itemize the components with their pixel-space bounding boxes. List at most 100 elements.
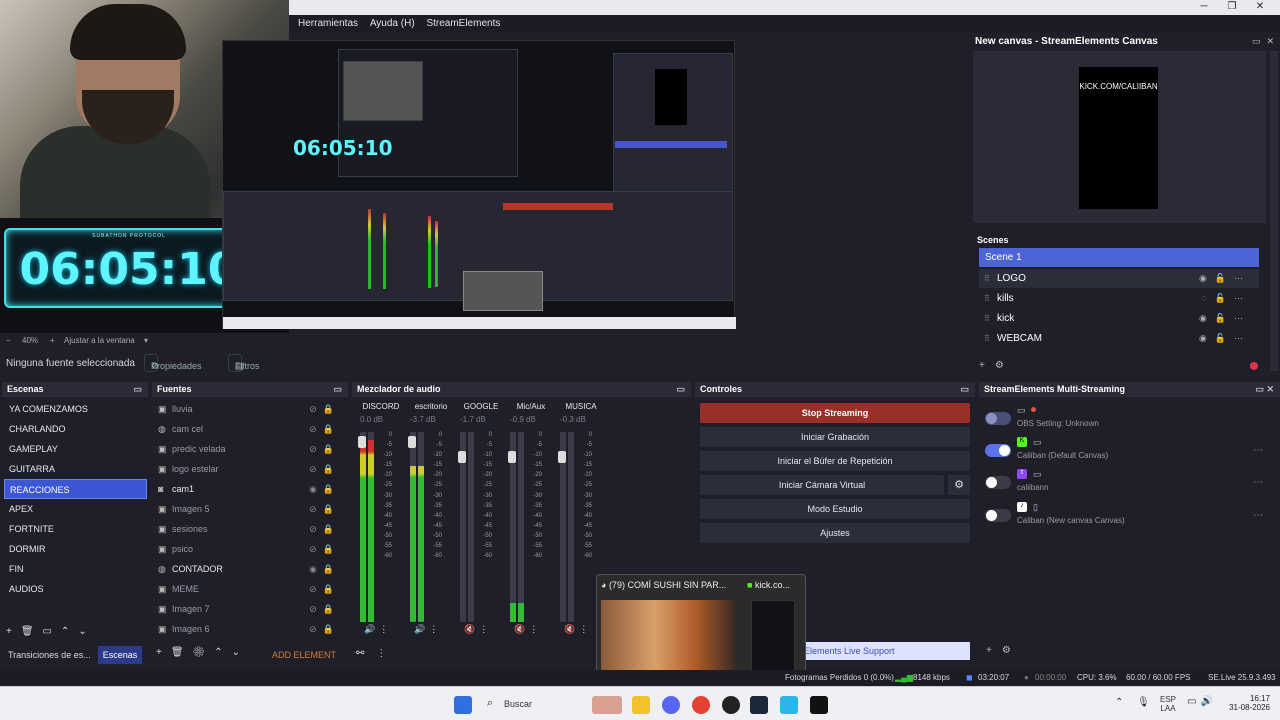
muted-speaker-icon[interactable]: 🔇 bbox=[514, 624, 529, 634]
source-item[interactable]: ◙ cam1 ◉🔒 bbox=[154, 479, 344, 499]
chevron-down-icon[interactable]: ▾ bbox=[144, 336, 148, 345]
popup-tab-kick[interactable]: ■ kick.co... bbox=[747, 580, 790, 590]
channel-controls[interactable]: 🔇⋮ bbox=[564, 624, 592, 635]
channel-controls[interactable]: 🔊⋮ bbox=[414, 624, 442, 635]
source-item[interactable]: ▣ psico ⊘🔒 bbox=[154, 539, 344, 559]
canvas-scene-scene1[interactable]: Scene 1 bbox=[979, 248, 1259, 267]
close-button[interactable]: ✕ bbox=[1246, 0, 1274, 14]
row-icons[interactable]: ◌🔓⋯ bbox=[1201, 289, 1251, 308]
canvas-scene-kills[interactable]: ⠿ kills ◌🔓⋯ bbox=[979, 289, 1259, 308]
row-icons[interactable]: ◉🔓⋯ bbox=[1199, 269, 1251, 288]
source-item[interactable]: ▣ predic velada ⊘🔒 bbox=[154, 439, 344, 459]
channel-controls[interactable]: 🔇⋮ bbox=[464, 624, 492, 635]
visibility-lock-icons[interactable]: ⊘🔒 bbox=[309, 459, 340, 479]
toggle[interactable] bbox=[985, 509, 1011, 522]
undock-icon[interactable]: ▭ bbox=[333, 384, 342, 395]
grip-icon[interactable]: ⠿ bbox=[984, 329, 990, 348]
more-vertical-icon[interactable]: ⋮ bbox=[379, 624, 392, 634]
language-indicator[interactable]: ESP LAA bbox=[1160, 695, 1176, 713]
search-highlight-icon[interactable] bbox=[592, 696, 622, 714]
undock-icon[interactable]: ▭ bbox=[676, 384, 685, 395]
scene-item[interactable]: APEX bbox=[4, 499, 147, 519]
scene-item[interactable]: FIN bbox=[4, 559, 147, 579]
source-item[interactable]: ▣ MEME ⊘🔒 bbox=[154, 579, 344, 599]
multistream-row-twitch[interactable]: t ▭ caliibann ⋯ bbox=[985, 469, 1275, 499]
record-dot-icon[interactable] bbox=[1250, 362, 1258, 370]
undock-icon[interactable]: ▭ bbox=[960, 384, 969, 395]
visibility-lock-icons[interactable]: ⊘🔒 bbox=[309, 539, 340, 559]
file-explorer-icon[interactable] bbox=[632, 696, 650, 714]
virtual-camera-settings-icon[interactable]: ⚙ bbox=[948, 475, 970, 495]
chevron-up-icon[interactable]: ⌃ bbox=[1115, 697, 1123, 708]
zoom-out-icon[interactable]: − bbox=[6, 336, 11, 345]
virtual-camera-button[interactable]: Iniciar Cámara Virtual bbox=[700, 475, 944, 495]
more-icon[interactable]: ⋯ bbox=[1253, 445, 1263, 456]
minimize-button[interactable]: ─ bbox=[1190, 0, 1218, 14]
speaker-icon[interactable]: 🔊 bbox=[364, 624, 379, 634]
visibility-lock-icons[interactable]: ⊘🔒 bbox=[309, 619, 340, 639]
studio-mode-button[interactable]: Modo Estudio bbox=[700, 499, 970, 519]
filters-button[interactable]: ▤ Filtros bbox=[228, 354, 260, 372]
volume-slider[interactable] bbox=[408, 436, 416, 448]
canvas-scene-webcam[interactable]: ⠿ WEBCAM ◉🔓⋯ bbox=[979, 329, 1259, 348]
replay-buffer-button[interactable]: Iniciar el Búfer de Repetición bbox=[700, 451, 970, 471]
source-item[interactable]: ▣ Imagen 6 ⊘🔒 bbox=[154, 619, 344, 639]
menu-streamelements[interactable]: StreamElements bbox=[426, 15, 500, 33]
visibility-lock-icons[interactable]: ◉🔒 bbox=[309, 559, 340, 579]
tab-scenes[interactable]: Escenas bbox=[98, 646, 142, 664]
more-vertical-icon[interactable]: ⋮ bbox=[479, 624, 492, 634]
add-element-button[interactable]: ADD ELEMENT bbox=[266, 646, 342, 664]
properties-button[interactable]: ⚙ Propiedades bbox=[144, 354, 202, 372]
toggle[interactable] bbox=[985, 476, 1011, 489]
tab-transitions[interactable]: Transiciones de es... bbox=[4, 646, 94, 664]
visibility-lock-icons[interactable]: ◉🔒 bbox=[309, 479, 340, 499]
mic-icon[interactable]: 🎙 bbox=[1137, 697, 1150, 708]
canvas-scene-logo[interactable]: ⠿ LOGO ◉🔓⋯ bbox=[979, 269, 1259, 288]
muted-speaker-icon[interactable]: 🔇 bbox=[464, 624, 479, 634]
fortnite-icon[interactable] bbox=[780, 696, 798, 714]
scene-item[interactable]: AUDIOS bbox=[4, 579, 147, 599]
dock-buttons[interactable]: ▭ ✕ bbox=[1255, 384, 1274, 395]
preview-canvas[interactable]: 06:05:10 bbox=[222, 40, 736, 329]
grip-icon[interactable]: ⠿ bbox=[984, 269, 990, 288]
more-vertical-icon[interactable]: ⋮ bbox=[579, 624, 592, 634]
volume-slider[interactable] bbox=[358, 436, 366, 448]
maximize-button[interactable]: ❐ bbox=[1218, 0, 1246, 14]
volume-slider[interactable] bbox=[508, 451, 516, 463]
scene-item-selected[interactable]: REACCIONES bbox=[4, 479, 147, 499]
visibility-lock-icons[interactable]: ⊘🔒 bbox=[309, 399, 340, 419]
source-item[interactable]: ▣ sesiones ⊘🔒 bbox=[154, 519, 344, 539]
taskbar-search[interactable]: Buscar bbox=[504, 699, 532, 709]
volume-slider[interactable] bbox=[558, 451, 566, 463]
clock[interactable]: 16:17 31-08-2026 bbox=[1222, 694, 1270, 712]
canvas-dock-buttons[interactable]: ▭✕ bbox=[1252, 36, 1280, 47]
more-vertical-icon[interactable]: ⋮ bbox=[429, 624, 442, 634]
multistream-row-tiktok[interactable]: ♪ ▯ Caliban (New canvas Canvas) ⋯ bbox=[985, 502, 1275, 532]
more-vertical-icon[interactable]: ⋮ bbox=[529, 624, 542, 634]
popup-tab-youtube[interactable]: ◕ (79) COMÍ SUSHI SIN PAR... bbox=[601, 580, 726, 590]
muted-speaker-icon[interactable]: 🔇 bbox=[564, 624, 579, 634]
popup-thumbnail-kick[interactable] bbox=[751, 600, 795, 674]
channel-controls[interactable]: 🔊⋮ bbox=[364, 624, 392, 635]
source-item[interactable]: ◍ CONTADOR ◉🔒 bbox=[154, 559, 344, 579]
row-icons[interactable]: ◉🔓⋯ bbox=[1199, 309, 1251, 328]
stop-streaming-button[interactable]: Stop Streaming bbox=[700, 403, 970, 423]
source-item[interactable]: ▣ logo estelar ⊘🔒 bbox=[154, 459, 344, 479]
grip-icon[interactable]: ⠿ bbox=[984, 289, 990, 308]
undock-icon[interactable]: ▭ bbox=[133, 384, 142, 395]
speaker-icon[interactable]: 🔊 bbox=[414, 624, 429, 634]
settings-button[interactable]: Ajustes bbox=[700, 523, 970, 543]
scenes-toolbar[interactable]: +🗑▭⌃⌄ bbox=[6, 626, 96, 637]
menu-help[interactable]: Ayuda (H) bbox=[370, 15, 415, 33]
mixer-toolbar[interactable]: ⚯⋮ bbox=[356, 648, 398, 659]
discord-icon[interactable] bbox=[662, 696, 680, 714]
visibility-lock-icons[interactable]: ⊘🔒 bbox=[309, 499, 340, 519]
steam-icon[interactable] bbox=[750, 696, 768, 714]
channel-controls[interactable]: 🔇⋮ bbox=[514, 624, 542, 635]
chrome-icon[interactable] bbox=[692, 696, 710, 714]
scene-item[interactable]: GAMEPLAY bbox=[4, 439, 147, 459]
scene-item[interactable]: CHARLANDO bbox=[4, 419, 147, 439]
scene-item[interactable]: FORTNITE bbox=[4, 519, 147, 539]
source-item[interactable]: ▣ lluvia ⊘🔒 bbox=[154, 399, 344, 419]
volume-slider[interactable] bbox=[458, 451, 466, 463]
